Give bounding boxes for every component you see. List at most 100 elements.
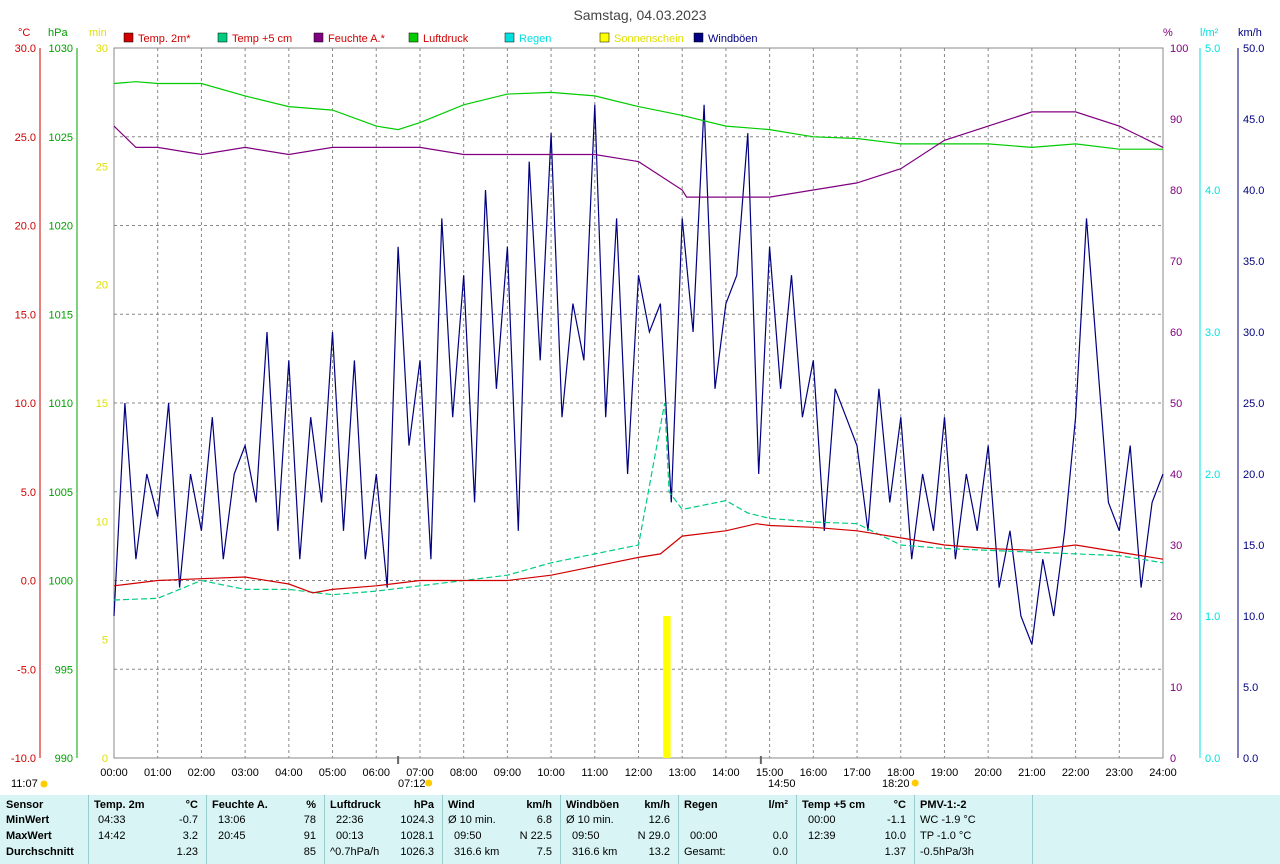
stats-temp2m-unit: °C [185, 799, 198, 811]
wind-tick-label: 10.0 [1243, 611, 1264, 623]
stats-gusts-header: Windböen [566, 799, 620, 811]
temp-tick-label: 25.0 [15, 132, 36, 144]
stats-cell: 22:36 [336, 814, 364, 826]
stats-cell: Ø 10 min. [448, 814, 496, 826]
humidity-tick-label: 100 [1170, 43, 1188, 55]
temp-tick-label: 0.0 [21, 576, 36, 588]
wind-unit-label: km/h [1238, 27, 1262, 39]
stats-cell: 20:45 [218, 830, 246, 842]
x-tick-label: 23:00 [1106, 767, 1134, 779]
legend-label: Windböen [708, 33, 758, 45]
sun-tick-label: 30 [96, 43, 108, 55]
legend-label: Regen [519, 33, 551, 45]
stats-sensor-header: Sensor [6, 799, 44, 811]
stats-cell: 1024.3 [400, 814, 434, 826]
stats-cell: 1026.3 [400, 846, 434, 858]
weather-chart: Samstag, 04.03.2023 Temp. 2m* Temp +5 cm F… [11, 7, 1265, 790]
wind-tick-label: 35.0 [1243, 256, 1264, 268]
pressure-tick-label: 1005 [49, 487, 73, 499]
stats-temp2m-header: Temp. 2m [94, 799, 145, 811]
legend: Temp. 2m* Temp +5 cm Feuchte A.* Luftdruck R… [123, 32, 758, 45]
rain-tick-label: 3.0 [1205, 327, 1220, 339]
temp-tick-label: -5.0 [17, 664, 36, 676]
stats-rain-unit: l/m² [768, 799, 788, 811]
x-tick-label: 19:00 [931, 767, 959, 779]
sunset-icon [911, 779, 919, 787]
stats-cell: 04:33 [98, 814, 126, 826]
stats-cell: 09:50 [572, 830, 600, 842]
x-tick-label: 09:00 [494, 767, 522, 779]
stats-cell: -0.5hPa/3h [920, 846, 974, 858]
sun-unit-label: min [89, 27, 107, 39]
x-tick-label: 04:00 [275, 767, 303, 779]
legend-swatch [599, 32, 610, 43]
stats-wind-unit: km/h [526, 799, 552, 811]
stats-cell: -0.7 [179, 814, 198, 826]
x-tick-label: 21:00 [1018, 767, 1046, 779]
legend-swatch [313, 32, 324, 43]
stats-pmv-header: PMV-1:-2 [920, 799, 967, 811]
legend-swatch [123, 32, 134, 43]
x-tick-label: 11:00 [581, 767, 608, 779]
x-tick-label: 12:00 [625, 767, 653, 779]
stats-humidity-header: Feuchte A. [212, 799, 268, 811]
stats-cell: 12:39 [808, 830, 836, 842]
stats-cell: 13:06 [218, 814, 246, 826]
stats-cell: 12.6 [648, 814, 670, 826]
humidity-tick-label: 50 [1170, 398, 1182, 410]
wind-tick-label: 50.0 [1243, 43, 1264, 55]
stats-cell: N 29.0 [637, 830, 670, 842]
stats-temp5-col: Temp +5 cm °C 00:00 -1.1 12:39 10.0 1.37 [802, 795, 912, 864]
wind-tick-label: 45.0 [1243, 114, 1264, 126]
stats-pmv-col: PMV-1:-2 WC -1.9 °C TP -1.0 °C -0.5hPa/3… [920, 795, 1030, 864]
stats-cell: 91 [303, 830, 316, 842]
stats-cell: Ø 10 min. [566, 814, 614, 826]
stats-cell: Gesamt: [684, 846, 726, 858]
stats-temp5-unit: °C [893, 799, 906, 811]
pressure-tick-label: 1030 [49, 43, 73, 55]
stats-max-label: MaxWert [6, 830, 52, 842]
series-line-feuchte-a [113, 111, 1164, 198]
humidity-tick-label: 90 [1170, 114, 1182, 126]
rain-unit-label: l/m² [1200, 27, 1219, 39]
legend-swatch [693, 32, 704, 43]
humidity-unit-label: % [1163, 27, 1173, 39]
x-tick-label: 08:00 [450, 767, 478, 779]
stats-wind-col: Wind km/h Ø 10 min. 6.8 09:50 N 22.5 316.6 … [448, 795, 558, 864]
temp-tick-label: 5.0 [21, 487, 36, 499]
stats-cell: 0.0 [772, 846, 788, 858]
legend-label: Luftdruck [423, 33, 469, 45]
sunrise-icon [425, 779, 433, 787]
sun-tick-label: 0 [102, 753, 108, 765]
sun-tick-label: 10 [96, 516, 108, 528]
sunrise-time-label: 07:12 [398, 778, 426, 790]
humidity-tick-label: 40 [1170, 469, 1182, 481]
legend-label: Temp. 2m* [138, 33, 191, 45]
wind-tick-label: 30.0 [1243, 327, 1264, 339]
x-tick-label: 20:00 [974, 767, 1002, 779]
humidity-tick-label: 10 [1170, 682, 1182, 694]
stats-rain-col: Regen l/m² 00:00 0.0 Gesamt: 0.0 [684, 795, 794, 864]
stats-cell: 00:00 [808, 814, 836, 826]
stats-cell: 1.37 [884, 846, 906, 858]
sunset-time-label: 18:20 [882, 778, 910, 790]
temp-tick-label: -10.0 [11, 753, 36, 765]
pressure-tick-label: 1010 [49, 398, 73, 410]
x-axis: 00:00 01:00 02:00 03:00 04:00 05:00 06:00 07:00… [100, 767, 1177, 779]
legend-swatch [504, 32, 515, 43]
legend-swatch [408, 32, 419, 43]
stats-cell: 316.6 km [572, 846, 618, 858]
sun-tick-label: 25 [96, 161, 108, 173]
stats-pressure-header: Luftdruck [330, 799, 381, 811]
sun-tick-label: 5 [102, 635, 108, 647]
noon-sun-icon [40, 780, 48, 788]
x-tick-label: 22:00 [1062, 767, 1090, 779]
humidity-tick-label: 0 [1170, 753, 1176, 765]
rain-tick-label: 0.0 [1205, 753, 1220, 765]
temp-tick-label: 10.0 [15, 398, 36, 410]
temp-tick-label: 20.0 [15, 221, 36, 233]
humidity-tick-label: 60 [1170, 327, 1182, 339]
sun-tick-label: 20 [96, 280, 108, 292]
pressure-tick-label: 1000 [49, 576, 73, 588]
stats-cell: 0.0 [772, 830, 788, 842]
